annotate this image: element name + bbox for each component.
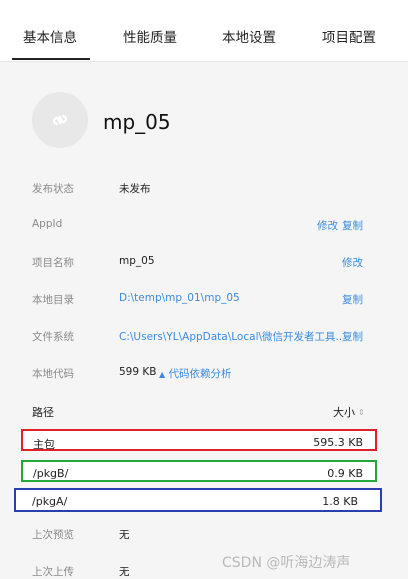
project-name-value: mp_05 bbox=[119, 255, 155, 267]
project-name-label: 项目名称 bbox=[32, 257, 74, 269]
local-code-size: 599 KB bbox=[119, 366, 157, 378]
file-system-value[interactable]: C:\Users\YL\AppData\Local\微信开发者工具... bbox=[119, 329, 341, 344]
last-preview-label: 上次预览 bbox=[32, 529, 74, 541]
watermark: CSDN @听海边涛声 bbox=[222, 555, 351, 571]
publish-status-value: 未发布 bbox=[119, 183, 151, 195]
last-upload-value: 无 bbox=[119, 566, 130, 578]
code-dependency-analysis-label: 代码依赖分析 bbox=[168, 368, 232, 380]
local-dir-label: 本地目录 bbox=[32, 294, 74, 306]
package-size: 0.9 KB bbox=[327, 467, 363, 480]
last-upload-label: 上次上传 bbox=[32, 566, 74, 578]
last-preview-value: 无 bbox=[119, 529, 130, 541]
appid-label: AppId bbox=[32, 218, 63, 230]
code-dependency-analysis-link[interactable]: ▲ 代码依赖分析 bbox=[159, 366, 232, 381]
package-name: /pkgB/ bbox=[33, 467, 69, 480]
sort-icon: ⇕ bbox=[358, 408, 365, 417]
mini-program-logo-icon bbox=[52, 114, 68, 126]
package-name: 主包 bbox=[33, 438, 55, 451]
package-row-main[interactable]: 主包 595.3 KB bbox=[21, 429, 377, 451]
package-size-header[interactable]: 大小 ⇕ bbox=[333, 404, 365, 420]
local-dir-copy-link[interactable]: 复制 bbox=[342, 292, 363, 307]
tab-project-config[interactable]: 项目配置 bbox=[322, 26, 376, 46]
package-size: 595.3 KB bbox=[313, 436, 363, 449]
tab-performance[interactable]: 性能质量 bbox=[123, 26, 177, 46]
tab-local-settings[interactable]: 本地设置 bbox=[222, 26, 276, 46]
app-name: mp_05 bbox=[103, 110, 171, 134]
package-row-pkgb[interactable]: /pkgB/ 0.9 KB bbox=[21, 460, 377, 482]
package-path-header: 路径 bbox=[32, 406, 54, 419]
package-size-header-label: 大小 bbox=[333, 406, 355, 419]
package-name: /pkgA/ bbox=[32, 495, 68, 508]
local-code-label: 本地代码 bbox=[32, 368, 74, 380]
active-tab-indicator bbox=[12, 58, 90, 60]
appid-edit-link[interactable]: 修改 bbox=[317, 218, 338, 233]
app-avatar bbox=[32, 92, 88, 148]
chevron-up-icon: ▲ bbox=[159, 370, 166, 379]
project-name-edit-link[interactable]: 修改 bbox=[342, 255, 363, 270]
appid-copy-link[interactable]: 复制 bbox=[342, 218, 363, 233]
local-dir-value[interactable]: D:\temp\mp_01\mp_05 bbox=[119, 292, 240, 304]
package-size: 1.8 KB bbox=[322, 495, 358, 508]
publish-status-label: 发布状态 bbox=[32, 183, 74, 195]
file-system-label: 文件系统 bbox=[32, 331, 74, 343]
package-row-pkga[interactable]: /pkgA/ 1.8 KB bbox=[14, 488, 382, 512]
file-system-copy-link[interactable]: 复制 bbox=[342, 329, 363, 344]
appid-redaction bbox=[115, 212, 175, 224]
tab-basic-info[interactable]: 基本信息 bbox=[23, 26, 77, 46]
tab-bar: 基本信息 性能质量 本地设置 项目配置 bbox=[0, 0, 408, 62]
